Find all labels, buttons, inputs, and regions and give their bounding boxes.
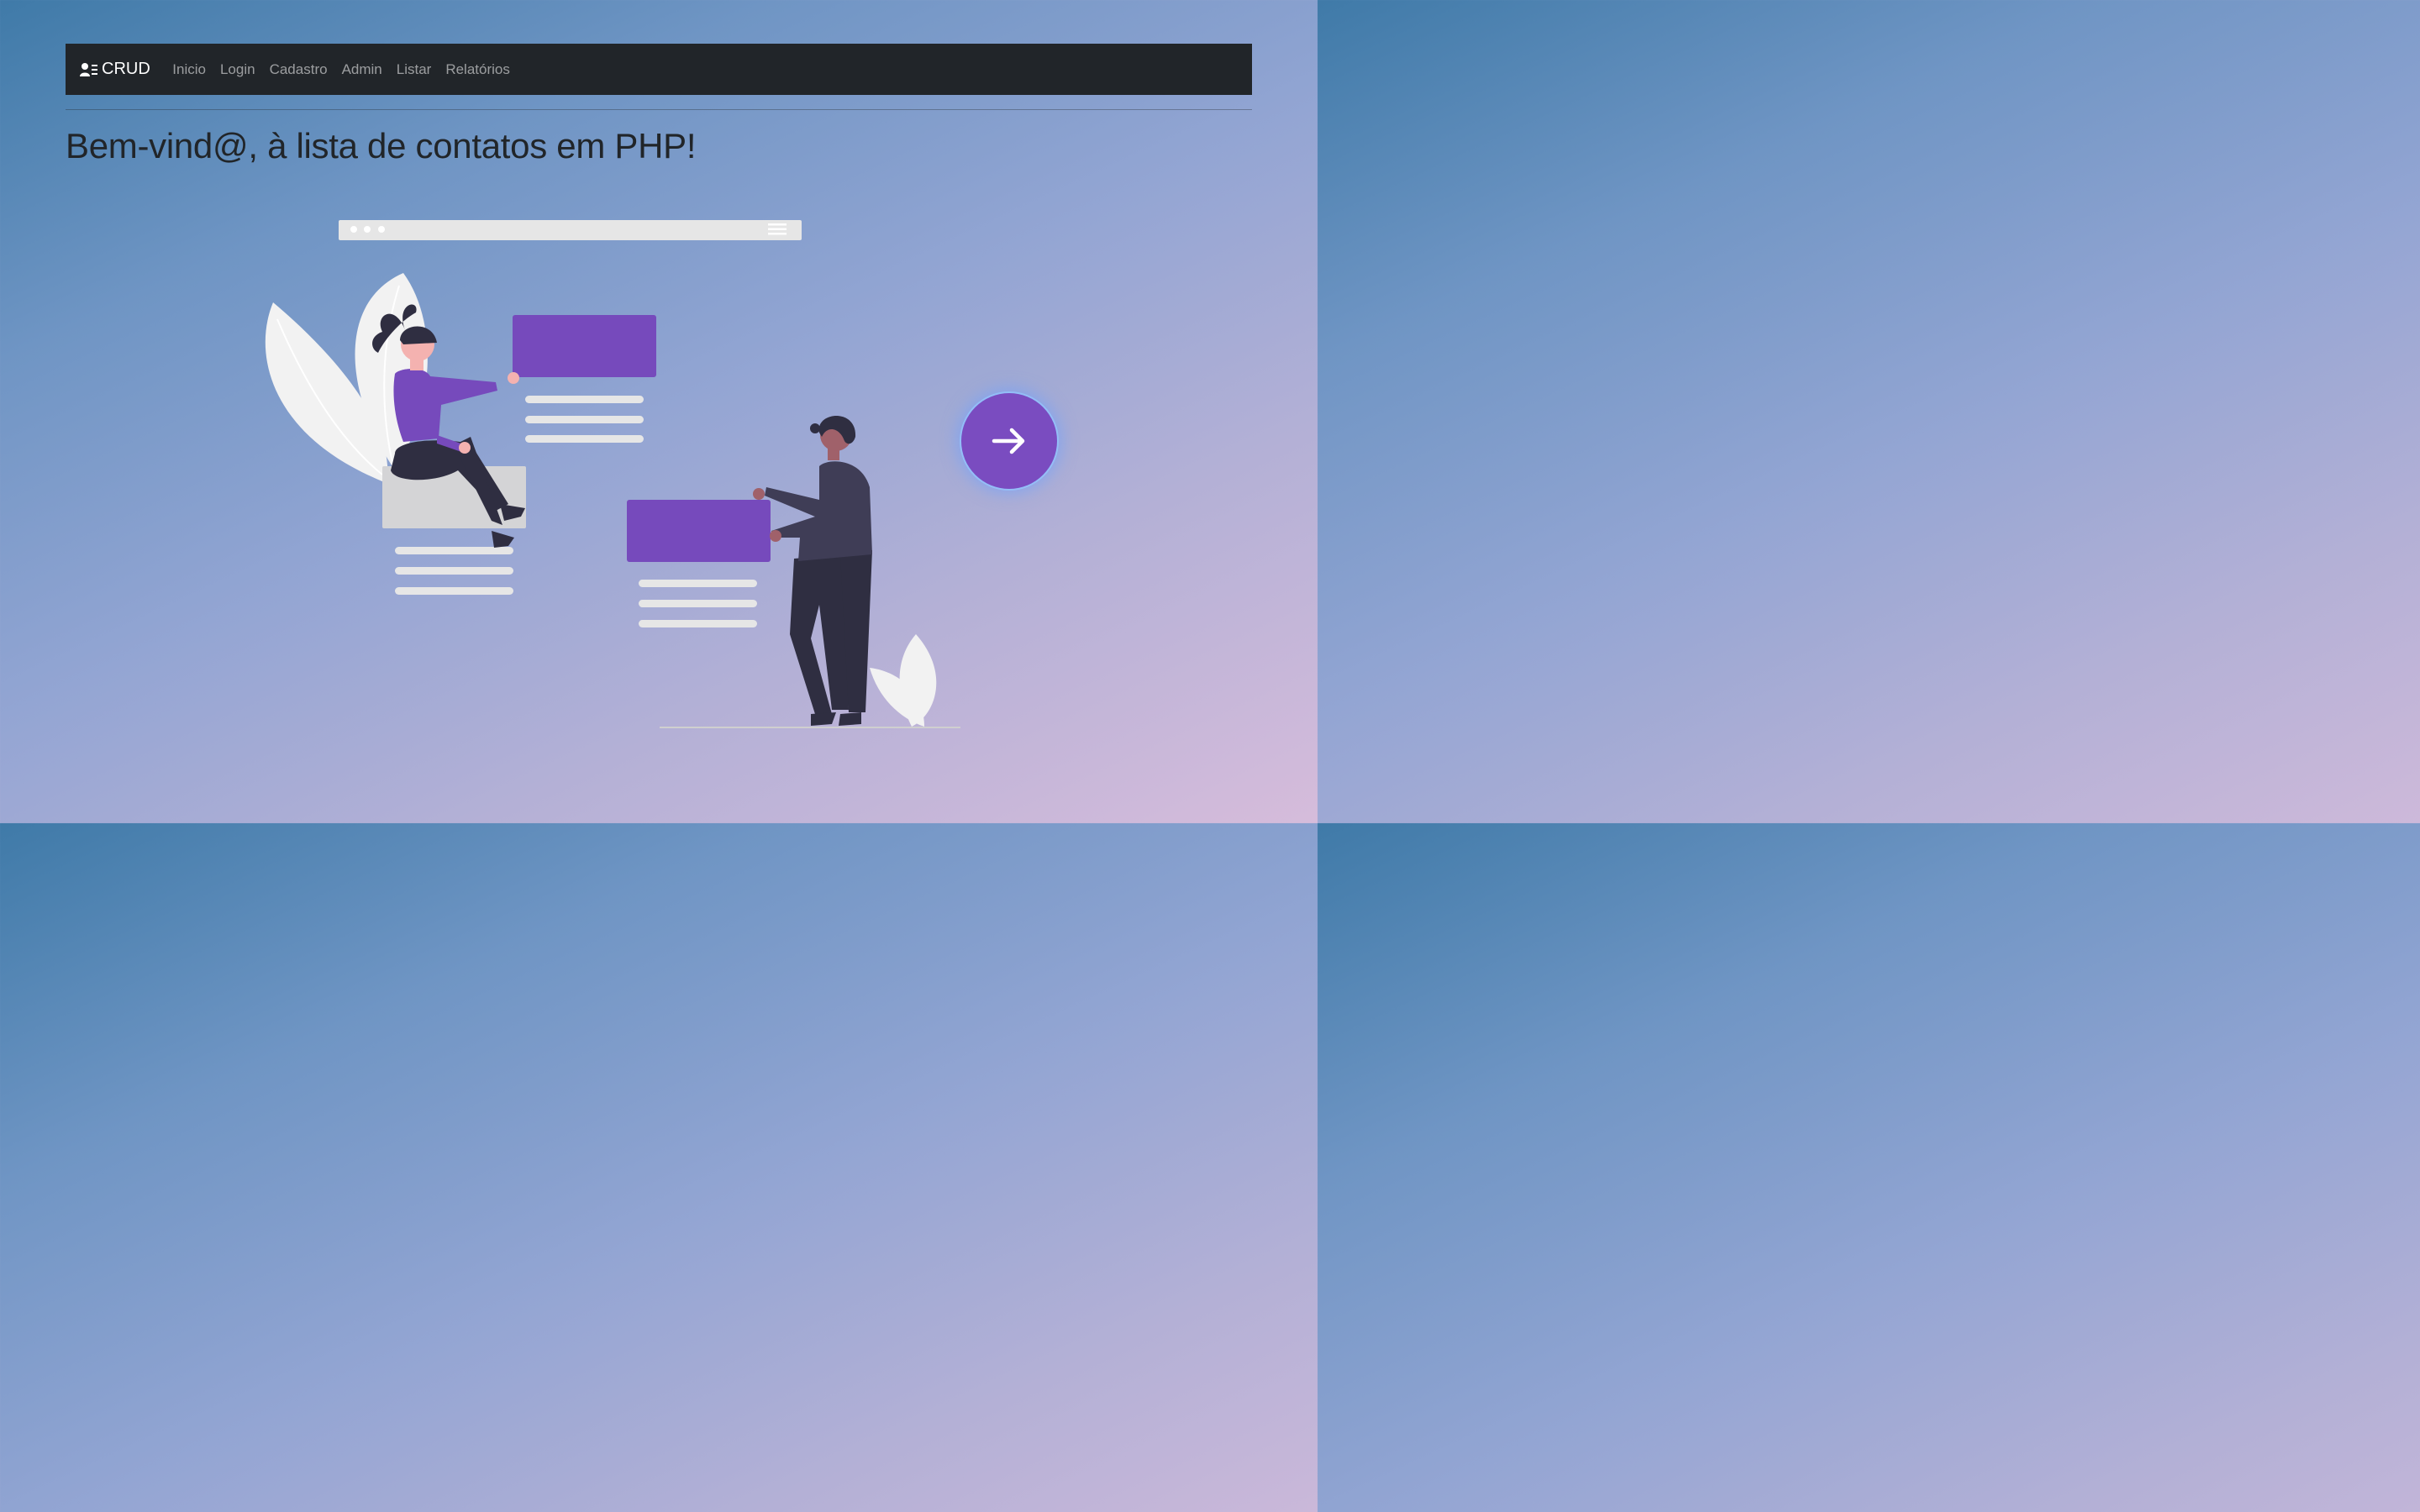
nav-link-inicio[interactable]: Inicio xyxy=(166,61,213,78)
leaf-graphic-right xyxy=(870,634,937,727)
man-figure xyxy=(753,416,872,726)
leaf-graphic-left xyxy=(265,273,428,483)
hero-illustration xyxy=(265,220,960,728)
next-button[interactable] xyxy=(961,393,1057,489)
navbar: CRUD Inicio Login Cadastro Admin Listar … xyxy=(66,44,1252,95)
browser-bar-graphic xyxy=(339,220,802,240)
nav-link-relatorios[interactable]: Relatórios xyxy=(439,61,518,78)
nav-link-login[interactable]: Login xyxy=(213,61,262,78)
brand-label: CRUD xyxy=(102,60,150,78)
nav-link-admin[interactable]: Admin xyxy=(334,61,389,78)
arrow-right-icon xyxy=(992,428,1025,454)
woman-figure xyxy=(372,304,525,548)
nav-links: Inicio Login Cadastro Admin Listar Relat… xyxy=(166,61,518,78)
nav-link-cadastro[interactable]: Cadastro xyxy=(262,61,334,78)
brand-link[interactable]: CRUD xyxy=(80,60,150,79)
page-title: Bem-vind@, à lista de contatos em PHP! xyxy=(66,126,697,165)
user-list-icon xyxy=(80,62,97,76)
nav-link-listar[interactable]: Listar xyxy=(389,61,439,78)
divider xyxy=(66,109,1252,110)
